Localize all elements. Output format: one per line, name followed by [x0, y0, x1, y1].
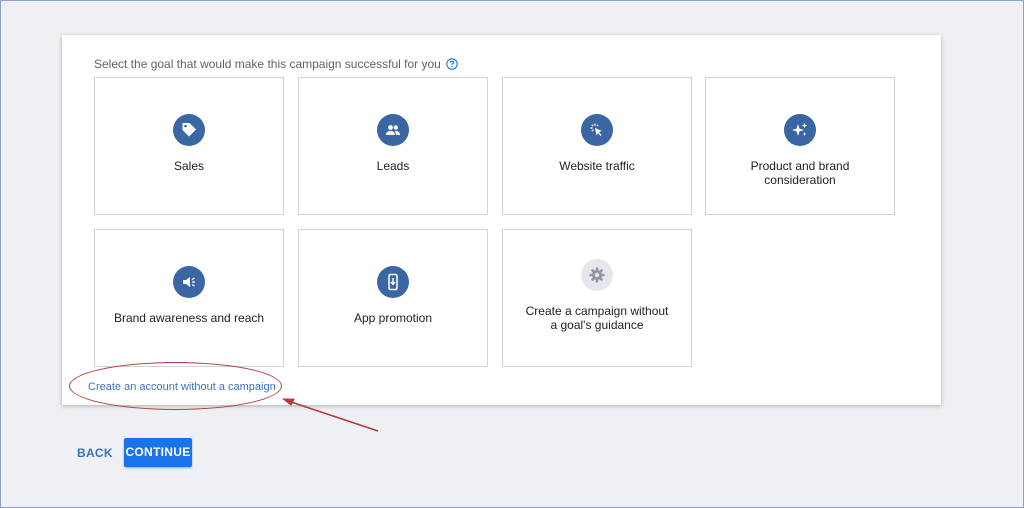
continue-button[interactable]: CONTINUE — [124, 438, 192, 467]
annotation-arrow — [281, 398, 379, 432]
back-button[interactable]: BACK — [69, 439, 121, 467]
